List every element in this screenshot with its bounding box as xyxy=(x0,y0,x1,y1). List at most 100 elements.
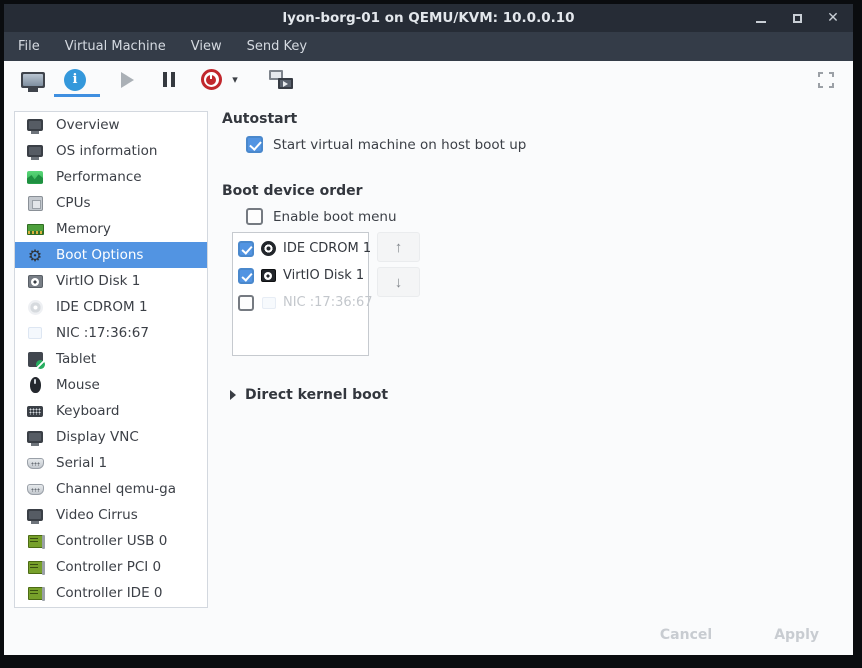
boot-device-label: NIC :17:36:67 xyxy=(283,295,373,310)
hardware-list[interactable]: Overview OS information Performance CPUs… xyxy=(14,111,208,608)
hardware-item-label: Memory xyxy=(56,221,111,237)
hardware-item-icon xyxy=(27,119,43,131)
run-button[interactable] xyxy=(112,65,142,95)
hardware-list-item[interactable]: Memory xyxy=(15,216,207,242)
boot-device-checkbox[interactable] xyxy=(238,295,254,311)
chevron-down-icon: ▾ xyxy=(232,73,238,86)
hardware-list-item[interactable]: Channel qemu-ga xyxy=(15,476,207,502)
show-console-button[interactable] xyxy=(18,65,48,95)
multi-monitor-icon xyxy=(269,70,293,90)
pause-button[interactable] xyxy=(154,65,184,95)
hardware-list-item[interactable]: OS information xyxy=(15,138,207,164)
hardware-list-item[interactable]: Controller USB 0 xyxy=(15,528,207,554)
hardware-details-button[interactable]: i xyxy=(60,65,90,95)
move-up-button[interactable]: ↑ xyxy=(377,232,420,262)
titlebar[interactable]: lyon-borg-01 on QEMU/KVM: 10.0.0.10 ✕ xyxy=(4,4,853,32)
hardware-list-item[interactable] xyxy=(15,606,207,608)
hardware-item-label: OS information xyxy=(56,143,157,159)
autostart-heading: Autostart xyxy=(222,111,853,127)
hardware-item-icon xyxy=(28,196,43,211)
hardware-list-item[interactable]: Tablet xyxy=(15,346,207,372)
hardware-item-label: IDE CDROM 1 xyxy=(56,299,148,315)
menubar: File Virtual Machine View Send Key xyxy=(4,32,853,61)
enable-boot-menu-label: Enable boot menu xyxy=(273,209,397,225)
hardware-item-icon xyxy=(28,327,42,339)
hardware-item-label: Video Cirrus xyxy=(56,507,138,523)
hardware-item-label: Mouse xyxy=(56,377,100,393)
hardware-item-label: VirtIO Disk 1 xyxy=(56,273,140,289)
fullscreen-button[interactable] xyxy=(817,71,835,89)
reorder-buttons: ↑ ↓ xyxy=(377,232,420,356)
hardware-list-item[interactable]: VirtIO Disk 1 xyxy=(15,268,207,294)
hardware-item-icon xyxy=(28,352,43,367)
hardware-item-icon xyxy=(28,535,43,548)
content-area: Overview OS information Performance CPUs… xyxy=(4,98,853,655)
hardware-list-item[interactable]: Controller IDE 0 xyxy=(15,580,207,606)
boot-device-checkbox[interactable] xyxy=(238,268,254,284)
hardware-item-icon xyxy=(28,246,42,265)
menu-item[interactable]: Send Key xyxy=(247,39,307,54)
boot-device-checkbox[interactable] xyxy=(238,241,254,257)
direct-kernel-boot-expander[interactable]: Direct kernel boot xyxy=(230,387,853,403)
menu-item[interactable]: Virtual Machine xyxy=(65,39,166,54)
console-windows-button[interactable] xyxy=(266,65,296,95)
boot-device-label: IDE CDROM 1 xyxy=(283,241,371,256)
hardware-item-icon xyxy=(28,275,43,288)
hardware-list-item[interactable]: Display VNC xyxy=(15,424,207,450)
hardware-list-item[interactable]: Overview xyxy=(15,112,207,138)
shutdown-menu-button[interactable]: ▾ xyxy=(226,65,244,95)
hardware-item-icon xyxy=(27,224,44,235)
hardware-list-item[interactable]: IDE CDROM 1 xyxy=(15,294,207,320)
hardware-list-item[interactable]: Mouse xyxy=(15,372,207,398)
expander-triangle-icon xyxy=(230,390,236,400)
hardware-item-label: Tablet xyxy=(56,351,96,367)
hardware-item-label: Channel qemu-ga xyxy=(56,481,176,497)
hardware-item-icon xyxy=(27,406,43,417)
toolbar: i ▾ xyxy=(4,61,853,98)
boot-device-area: IDE CDROM 1 VirtIO Disk 1 NIC :17:36:67 xyxy=(232,232,853,356)
boot-options-pane: Autostart Start virtual machine on host … xyxy=(222,98,853,615)
hardware-item-label: Controller PCI 0 xyxy=(56,559,161,575)
hardware-list-item[interactable]: Controller PCI 0 xyxy=(15,554,207,580)
hardware-item-label: CPUs xyxy=(56,195,90,211)
hardware-item-label: Display VNC xyxy=(56,429,139,445)
hardware-list-item[interactable]: Performance xyxy=(15,164,207,190)
hardware-list-item[interactable]: Keyboard xyxy=(15,398,207,424)
maximize-button[interactable] xyxy=(789,10,805,26)
hardware-item-label: Serial 1 xyxy=(56,455,107,471)
boot-device-list[interactable]: IDE CDROM 1 VirtIO Disk 1 NIC :17:36:67 xyxy=(232,232,369,356)
boot-device-row[interactable]: VirtIO Disk 1 xyxy=(233,262,368,289)
hardware-list-item[interactable]: Serial 1 xyxy=(15,450,207,476)
active-tab-underline xyxy=(54,94,100,97)
boot-device-label: VirtIO Disk 1 xyxy=(283,268,364,283)
minimize-button[interactable] xyxy=(753,10,769,26)
arrow-up-icon: ↑ xyxy=(395,239,403,256)
close-button[interactable]: ✕ xyxy=(825,10,841,26)
enable-boot-menu-checkbox[interactable] xyxy=(246,208,263,225)
move-down-button[interactable]: ↓ xyxy=(377,267,420,297)
menu-item[interactable]: View xyxy=(191,39,222,54)
boot-device-icon xyxy=(261,241,276,256)
play-icon xyxy=(121,72,134,88)
footer-bar: Cancel Apply xyxy=(4,615,853,655)
boot-device-icon xyxy=(261,269,276,282)
boot-device-row[interactable]: NIC :17:36:67 xyxy=(233,289,368,316)
hardware-list-item[interactable]: CPUs xyxy=(15,190,207,216)
maximize-icon xyxy=(793,14,802,23)
direct-kernel-boot-label: Direct kernel boot xyxy=(245,387,388,403)
close-icon: ✕ xyxy=(827,11,839,25)
autostart-checkbox[interactable] xyxy=(246,136,263,153)
menu-item[interactable]: File xyxy=(18,39,40,54)
hardware-item-label: NIC :17:36:67 xyxy=(56,325,149,341)
info-icon: i xyxy=(64,69,86,91)
boot-menu-row: Enable boot menu xyxy=(246,208,853,225)
boot-device-row[interactable]: IDE CDROM 1 xyxy=(233,235,368,262)
apply-button[interactable]: Apply xyxy=(774,627,819,643)
autostart-row: Start virtual machine on host boot up xyxy=(246,136,853,153)
hardware-list-item[interactable]: Video Cirrus xyxy=(15,502,207,528)
hardware-list-item[interactable]: Boot Options xyxy=(15,242,207,268)
hardware-list-item[interactable]: NIC :17:36:67 xyxy=(15,320,207,346)
shutdown-button[interactable] xyxy=(196,65,226,95)
minimize-icon xyxy=(756,21,766,23)
cancel-button[interactable]: Cancel xyxy=(660,627,712,643)
